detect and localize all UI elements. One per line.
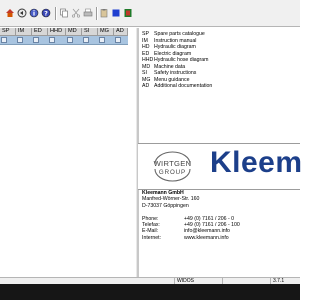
checkbox[interactable] xyxy=(83,37,89,43)
company-address: Kleemann GmbH Manfred-Wörner-Str. 160 D-… xyxy=(142,190,292,241)
column-header: SP IM ED HHD MD SI MG AD xyxy=(0,28,128,36)
contact-label: Internet: xyxy=(142,234,162,241)
table-row[interactable] xyxy=(0,36,128,45)
kleemann-logo: Kleem xyxy=(210,146,303,179)
info-icon[interactable] xyxy=(29,8,39,18)
close-book-icon[interactable] xyxy=(123,8,133,18)
checkbox[interactable] xyxy=(67,37,73,43)
checkbox[interactable] xyxy=(49,37,55,43)
website-link[interactable]: www.kleemann.info xyxy=(184,235,229,241)
column-header-im[interactable]: IM xyxy=(16,28,32,35)
status-bar: WIDOS 3.7.1 xyxy=(0,277,300,284)
column-header-mg[interactable]: MG xyxy=(98,28,114,35)
column-header-hhd[interactable]: HHD xyxy=(48,28,66,35)
blue-square-icon[interactable] xyxy=(111,8,121,18)
logo-band: WIRTGEN GROUP Kleem xyxy=(138,143,303,190)
print-icon[interactable] xyxy=(83,8,93,18)
taskbar xyxy=(0,284,300,300)
checkbox[interactable] xyxy=(17,37,23,43)
checkbox[interactable] xyxy=(1,37,7,43)
circle-arrow-icon[interactable] xyxy=(17,8,27,18)
column-header-md[interactable]: MD xyxy=(66,28,82,35)
group-logo-text: GROUP xyxy=(159,169,186,176)
wirtgen-group-logo: WIRTGEN GROUP xyxy=(154,151,192,182)
abbreviation-legend: SP Spare parts catalogue IM Instruction ma… xyxy=(142,31,292,90)
checkbox[interactable] xyxy=(99,37,105,43)
toolbar: ? xyxy=(0,0,300,27)
checkbox[interactable] xyxy=(33,37,39,43)
cut-icon[interactable] xyxy=(71,8,81,18)
home-icon[interactable] xyxy=(5,8,15,18)
copy-icon[interactable] xyxy=(59,8,69,18)
column-header-ad[interactable]: AD xyxy=(114,28,128,35)
contact-row: Internet: www.kleemann.info xyxy=(142,235,292,241)
legend-text: Additional documentation xyxy=(154,83,213,89)
column-header-si[interactable]: SI xyxy=(82,28,98,35)
column-header-ed[interactable]: ED xyxy=(32,28,48,35)
wirtgen-logo-text: WIRTGEN xyxy=(154,159,192,168)
svg-text:?: ? xyxy=(44,9,48,17)
help-icon[interactable]: ? xyxy=(41,8,51,18)
legend-code: AD xyxy=(142,83,150,89)
paste-icon[interactable] xyxy=(99,8,109,18)
checkbox[interactable] xyxy=(115,37,121,43)
legend-row: AD Additional documentation xyxy=(142,83,292,90)
column-header-sp[interactable]: SP xyxy=(0,28,16,35)
